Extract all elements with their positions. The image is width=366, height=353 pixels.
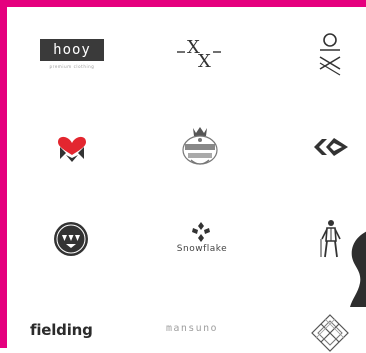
walking-figure-icon[interactable]: [317, 219, 345, 259]
fielding-logo[interactable]: fielding: [30, 321, 93, 339]
heart-arrows-icon[interactable]: [54, 129, 90, 163]
crest-icon[interactable]: [179, 124, 221, 170]
xx-logo[interactable]: X X: [173, 35, 233, 73]
chevrons-diamond-icon[interactable]: [312, 135, 350, 159]
logo-gallery-frame: hooy premium clothing X X Snowflake fiel…: [0, 0, 366, 352]
snowflake-icon[interactable]: [191, 221, 211, 243]
triangles-badge-icon[interactable]: [52, 220, 90, 258]
diamond-lattice-icon[interactable]: [310, 313, 350, 353]
svg-text:X: X: [198, 51, 211, 72]
hooy-logo-text: hooy: [53, 42, 91, 58]
knot-icon[interactable]: [315, 31, 345, 77]
pink-swirl-shape: [350, 231, 366, 307]
hooy-logo[interactable]: hooy: [40, 39, 104, 61]
hooy-tagline: premium clothing: [49, 64, 95, 69]
snowflake-logo-text: Snowflake: [176, 244, 228, 254]
mansuno-logo[interactable]: mansuno: [166, 323, 218, 334]
